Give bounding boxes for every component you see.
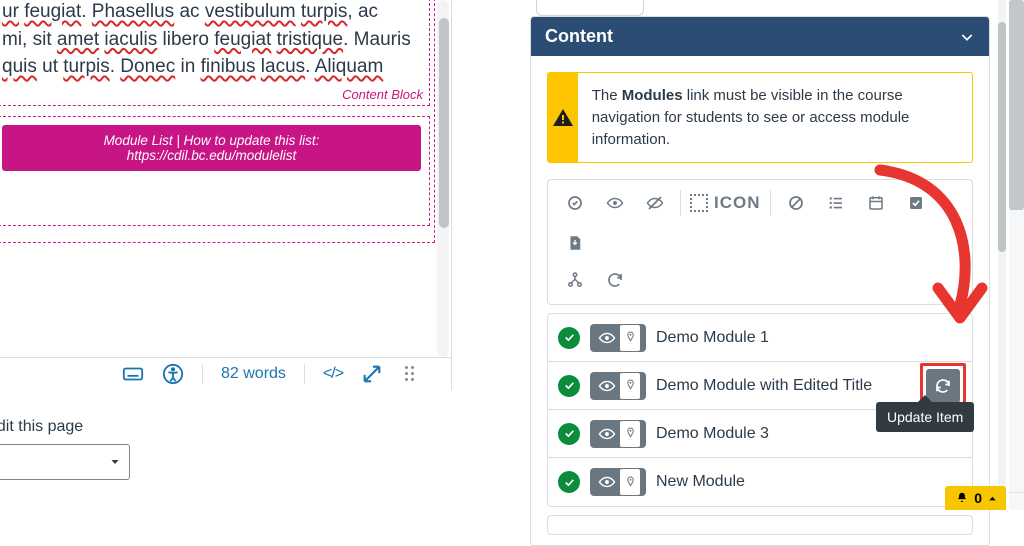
caret-up-icon: [987, 493, 998, 504]
page-scrollbar-thumb[interactable]: [1009, 0, 1024, 210]
refresh-icon: [934, 377, 952, 395]
hidden-icon[interactable]: [638, 186, 671, 219]
update-item-tooltip: Update Item: [876, 402, 974, 432]
lorem-paragraph[interactable]: ur feugiat. Phasellus ac vestibulum turp…: [2, 0, 421, 81]
status-icon[interactable]: [558, 186, 591, 219]
published-icon: [558, 423, 580, 445]
html-editor-toggle[interactable]: </>: [323, 365, 343, 383]
pin-button[interactable]: [620, 325, 640, 351]
tooltip-text: Update Item: [887, 409, 963, 425]
calendar-icon[interactable]: [860, 186, 893, 219]
pin-icon: [624, 427, 637, 440]
chevron-down-icon: [109, 456, 121, 468]
chevron-down-icon: [959, 29, 975, 45]
accessibility-icon[interactable]: [162, 363, 184, 385]
bell-icon: [955, 491, 969, 505]
tray-separator: [770, 190, 771, 216]
module-title: Demo Module with Edited Title: [656, 376, 962, 396]
module-row[interactable]: Demo Module 1: [548, 314, 972, 362]
alert-text-pre: The: [592, 87, 622, 104]
alert-icon-area: [548, 73, 578, 162]
eye-icon: [598, 425, 616, 443]
edit-page-label: edit this page: [0, 418, 452, 436]
panel-title: Content: [545, 26, 613, 47]
module-title: New Module: [656, 472, 962, 492]
icon-placeholder[interactable]: ICON: [690, 193, 761, 213]
modules-visibility-alert: The Modules link must be visible in the …: [547, 72, 973, 163]
alert-text: The Modules link must be visible in the …: [578, 73, 972, 162]
fullscreen-icon[interactable]: [361, 363, 383, 385]
panel-scrollbar-track: [998, 0, 1006, 510]
pin-button[interactable]: [620, 373, 640, 399]
panel-body: The Modules link must be visible in the …: [531, 56, 989, 545]
module-pill-line2: https://cdil.bc.edu/modulelist: [20, 148, 403, 163]
pin-button[interactable]: [620, 469, 640, 495]
module-pill-line1: Module List | How to update this list:: [20, 133, 403, 148]
content-block[interactable]: ur feugiat. Phasellus ac vestibulum turp…: [0, 0, 430, 106]
visibility-toggle[interactable]: [590, 372, 646, 400]
page-scrollbar-track: [1009, 0, 1024, 492]
icon-placeholder-label: ICON: [714, 193, 761, 213]
edit-permissions-select[interactable]: [0, 444, 130, 480]
content-block-label: Content Block: [342, 87, 423, 102]
download-icon[interactable]: [558, 226, 591, 259]
prohibit-icon[interactable]: [780, 186, 813, 219]
warning-icon: [551, 106, 575, 130]
visible-icon[interactable]: [598, 186, 631, 219]
statusbar-separator: [304, 364, 305, 384]
pin-icon: [624, 331, 637, 344]
pin-icon: [624, 379, 637, 392]
alert-text-bold: Modules: [622, 87, 683, 104]
rce-editor: ur feugiat. Phasellus ac vestibulum turp…: [0, 0, 452, 390]
editor-statusbar: 82 words </>: [0, 357, 451, 390]
display-options-tray: ICON: [547, 179, 973, 305]
eye-icon: [598, 329, 616, 347]
module-title: Demo Module 1: [656, 328, 962, 348]
eye-icon: [598, 377, 616, 395]
resize-handle-icon[interactable]: [405, 366, 417, 382]
editor-viewport: ur feugiat. Phasellus ac vestibulum turp…: [0, 0, 451, 357]
notification-count: 0: [974, 490, 982, 506]
module-row[interactable]: New Module: [548, 458, 972, 506]
placeholder-square-icon: [690, 194, 708, 212]
page-scrollbar-corner: [1009, 492, 1024, 510]
list-icon[interactable]: [820, 186, 853, 219]
checkbox-icon[interactable]: [900, 186, 933, 219]
tree-icon[interactable]: [558, 263, 591, 296]
module-list-pill: Module List | How to update this list: h…: [2, 125, 421, 171]
notification-pill[interactable]: 0: [945, 486, 1006, 510]
published-icon: [558, 375, 580, 397]
content-panel: Content The Modules link must be visible…: [530, 16, 990, 546]
panel-tab-stub: [536, 0, 644, 16]
tray-separator: [680, 190, 681, 216]
pin-icon: [624, 476, 637, 489]
editor-scrollbar-thumb[interactable]: [439, 18, 449, 228]
published-icon: [558, 471, 580, 493]
editor-selection-frame: ur feugiat. Phasellus ac vestibulum turp…: [0, 0, 435, 243]
word-count[interactable]: 82 words: [221, 365, 286, 383]
module-list-footer: [547, 515, 973, 535]
panel-scrollbar-thumb[interactable]: [998, 22, 1006, 252]
page-options: edit this page: [0, 400, 452, 480]
panel-header[interactable]: Content: [531, 17, 989, 56]
right-area: Content The Modules link must be visible…: [500, 0, 1024, 510]
module-list-block[interactable]: Module List | How to update this list: h…: [0, 116, 430, 226]
visibility-toggle[interactable]: [590, 420, 646, 448]
visibility-toggle[interactable]: [590, 324, 646, 352]
eye-icon: [598, 473, 616, 491]
pin-button[interactable]: [620, 421, 640, 447]
keyboard-icon[interactable]: [122, 363, 144, 385]
refresh-icon[interactable]: [598, 263, 631, 296]
visibility-toggle[interactable]: [590, 468, 646, 496]
statusbar-separator: [202, 364, 203, 384]
published-icon: [558, 327, 580, 349]
